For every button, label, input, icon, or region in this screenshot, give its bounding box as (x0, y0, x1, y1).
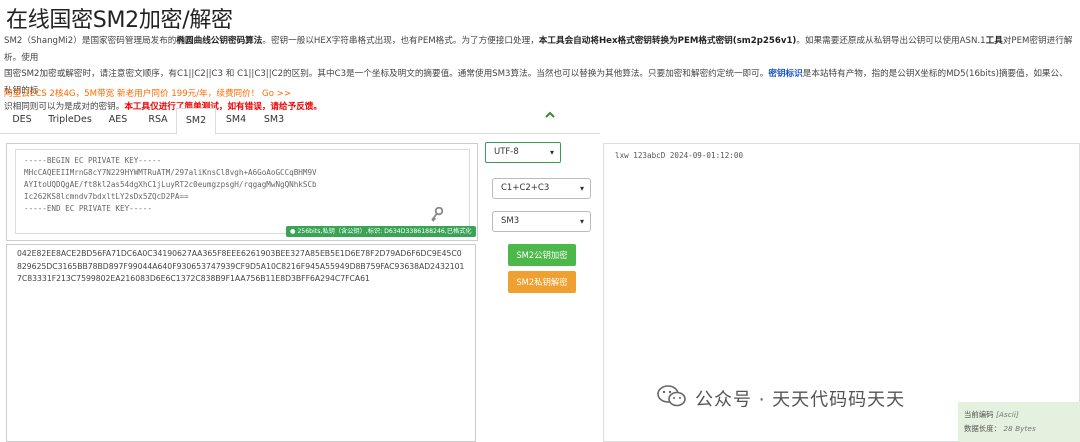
desc-text: 国密SM2加密或解密时，请注意密文顺序，有C1||C2||C3 和 C1||C3… (4, 69, 769, 79)
promo-link[interactable]: 阿里云ECS 2核4G，5M带宽 新老用户同价 199元/年，续费同价！ Go … (4, 87, 291, 99)
key-info-text: 256bits,私钥（含公钥）,标识: D634D3386188246,已格式化 (297, 228, 472, 235)
key-icon[interactable] (430, 206, 444, 223)
key-info-badge: ● 256bits,私钥（含公钥）,标识: D634D3386188246,已格… (286, 226, 476, 237)
encoding-label: 当前编码 (964, 410, 994, 419)
cipher-order-select[interactable]: C1+C2+C3 ▾ (492, 178, 591, 199)
desc-text: 。密钥一般以HEX字符串格式出现，也有PEM格式。为了方便接口处理， (262, 36, 539, 46)
tab-des[interactable]: DES (4, 108, 40, 132)
page-title: 在线国密SM2加密/解密 (6, 8, 233, 33)
chevron-down-icon: ▾ (579, 217, 584, 226)
tab-rsa[interactable]: RSA (140, 108, 176, 132)
length-label: 数据长度： (964, 424, 1001, 433)
length-status: 28 Bytes (1003, 424, 1036, 433)
private-key-textarea[interactable]: -----BEGIN EC PRIVATE KEY----- MHcCAQEEI… (15, 149, 470, 234)
tab-sm3[interactable]: SM3 (256, 108, 292, 132)
key-id-term: 密钥标识 (768, 69, 803, 79)
hash-value: SM3 (501, 216, 520, 226)
desc-text: SM2（ShangMi2）是国家密码管理局发布的 (4, 36, 177, 46)
sm2-decrypt-button[interactable]: SM2私钥解密 (508, 271, 576, 293)
chevron-down-icon: ▾ (579, 184, 584, 193)
wechat-icon (657, 384, 687, 413)
desc-bold: 本工具会自动将Hex格式密钥转换为PEM格式密钥(sm2p256v1) (538, 36, 797, 46)
chevron-down-icon: ▾ (549, 148, 554, 157)
chevron-up-icon[interactable] (545, 109, 555, 122)
tab-sm2[interactable]: SM2 (176, 108, 216, 135)
watermark: 公众号 · 天天代码码天天 (657, 384, 905, 413)
check-circle-icon: ● (290, 228, 296, 235)
tab-tripledes[interactable]: TripleDes (44, 108, 96, 132)
encoding-select[interactable]: UTF-8 ▾ (485, 142, 561, 163)
encoding-status: [Ascii] (995, 410, 1019, 419)
sm2-encrypt-button[interactable]: SM2公钥加密 (508, 244, 576, 266)
watermark-text: 公众号 · 天天代码码天天 (695, 389, 906, 411)
asn1-tool-link[interactable]: 工具 (986, 36, 1003, 46)
desc-bold: 椭圆曲线公钥密码算法 (176, 36, 263, 46)
hash-select[interactable]: SM3 ▾ (492, 211, 591, 232)
desc-text: 。如果需要还原成从私钥导出公钥可以使用ASN.1 (796, 36, 986, 46)
tab-sm4[interactable]: SM4 (218, 108, 254, 132)
encoding-value: UTF-8 (494, 147, 519, 157)
tab-aes[interactable]: AES (100, 108, 136, 132)
cipher-order-value: C1+C2+C3 (501, 183, 550, 193)
description: SM2（ShangMi2）是国家密码管理局发布的椭圆曲线公钥密码算法。密钥一般以… (4, 33, 1076, 116)
ciphertext-textarea[interactable]: 042E82EE8ACE2BD56FA71DC6A0C34190627AA365… (6, 244, 476, 442)
status-panel: 当前编码 [Ascii] 数据长度： 28 Bytes (958, 402, 1080, 442)
algorithm-tabs: DES TripleDes AES RSA SM2 SM4 SM3 (0, 108, 600, 135)
